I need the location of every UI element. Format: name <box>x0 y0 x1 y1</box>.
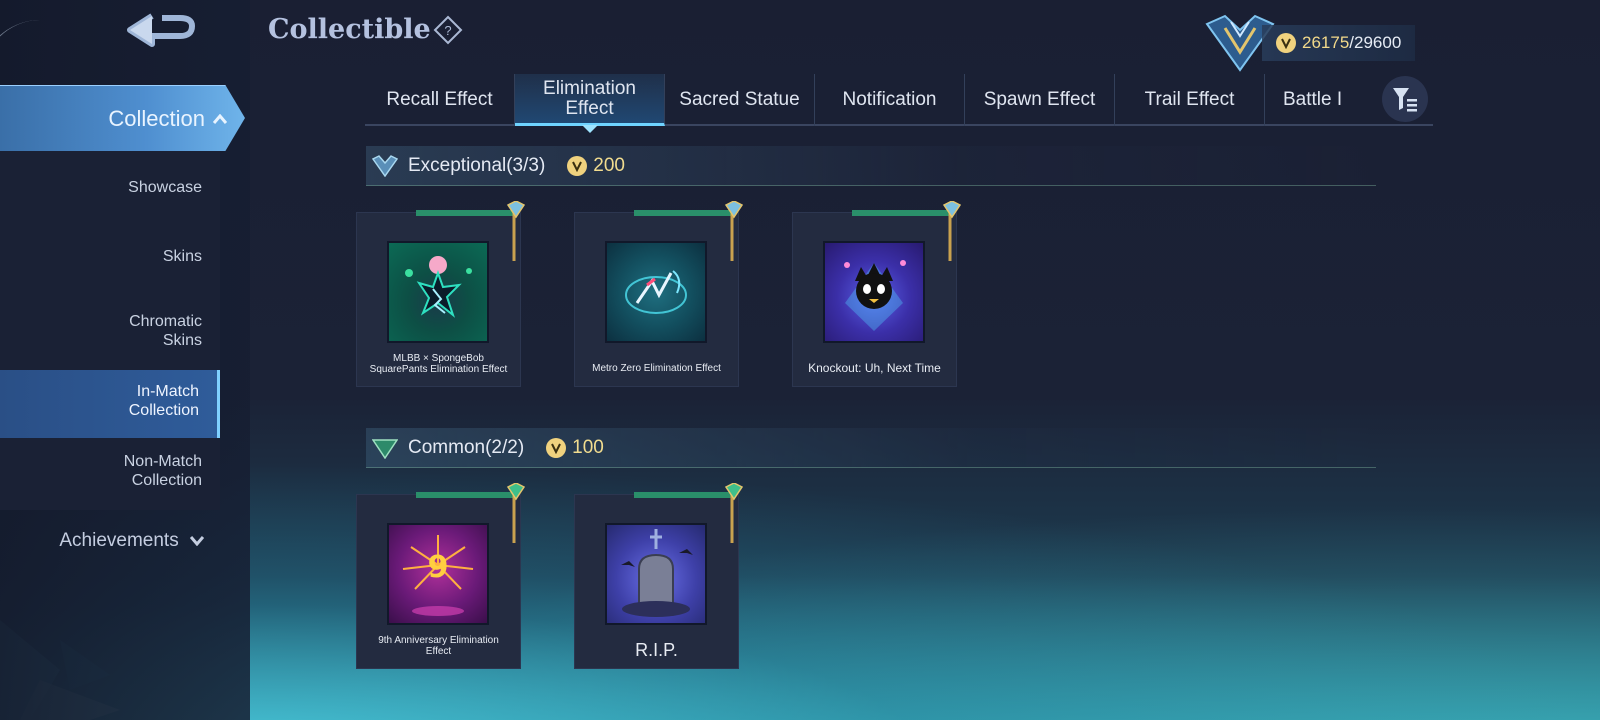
tab-battle[interactable]: Battle I <box>1265 74 1360 126</box>
sidebar-item-label: Chromatic <box>129 313 202 330</box>
item-name-line: Knockout: Uh, Next Time <box>808 361 941 375</box>
sidebar-item-showcase[interactable]: Showcase <box>0 178 220 197</box>
filter-icon <box>1393 88 1417 112</box>
tab-sacred-statue[interactable]: Sacred Statue <box>665 74 815 126</box>
help-button[interactable]: ? <box>433 15 463 45</box>
section-header-exceptional: Exceptional(3/3) 200 <box>366 146 1376 186</box>
coin-icon <box>1276 33 1296 53</box>
collectible-card-knockout[interactable]: Knockout: Uh, Next Time <box>792 201 962 387</box>
page-title: Collectible <box>268 14 431 45</box>
sidebar-item-label: Skins <box>162 332 202 349</box>
item-name: 9th Anniversary Elimination Effect <box>357 635 520 657</box>
tier-diamond-icon <box>372 154 398 177</box>
section-title: Common(2/2) <box>408 436 525 458</box>
item-name-line: MLBB × SpongeBob <box>393 353 484 364</box>
collection-points: 26175/29600 <box>1262 25 1415 61</box>
chevron-up-icon <box>213 113 227 124</box>
sidebar-item-label: Showcase <box>128 179 202 196</box>
tab-label: Sacred Statue <box>679 89 800 110</box>
item-thumbnail <box>605 523 707 625</box>
item-name-line: R.I.P. <box>635 640 678 660</box>
tab-label: Effect <box>565 97 614 119</box>
svg-text:9: 9 <box>428 550 449 585</box>
question-diamond-icon: ? <box>433 15 463 45</box>
sidebar-item-label: Collection <box>128 402 199 419</box>
tab-notification[interactable]: Notification <box>815 74 965 126</box>
sidebar-item-chromatic-skins[interactable]: Chromatic Skins <box>0 312 220 350</box>
sidebar-item-label: Collection <box>131 472 202 489</box>
item-name: Knockout: Uh, Next Time <box>793 361 956 375</box>
collectible-card-spongebob[interactable]: MLBB × SpongeBob SquarePants Elimination… <box>356 201 526 387</box>
item-name-line: Metro Zero Elimination Effect <box>592 363 721 374</box>
item-thumbnail: 9 <box>387 523 489 625</box>
chevron-down-icon <box>189 536 205 547</box>
filter-button[interactable] <box>1382 76 1428 122</box>
coin-icon <box>546 437 567 458</box>
tab-label: Elimination <box>543 77 636 99</box>
category-tabs: Recall Effect Elimination Effect Sacred … <box>365 74 1433 133</box>
svg-text:?: ? <box>444 23 451 38</box>
tab-elimination-effect[interactable]: Elimination Effect <box>515 74 665 133</box>
points-max: 29600 <box>1354 33 1402 52</box>
collectible-card-rip[interactable]: R.I.P. <box>574 483 744 669</box>
item-name-line: 9th Anniversary Elimination <box>378 635 499 646</box>
item-thumbnail <box>387 241 489 343</box>
section-cost-value: 100 <box>572 436 604 458</box>
section-header-common: Common(2/2) 100 <box>366 428 1376 468</box>
item-thumbnail <box>605 241 707 343</box>
tab-spawn-effect[interactable]: Spawn Effect <box>965 74 1115 126</box>
sidebar-item-skins[interactable]: Skins <box>0 247 220 266</box>
sidebar: Collection Showcase Skins Chromatic Skin… <box>0 0 250 720</box>
active-tab-caret-icon <box>581 125 598 133</box>
section-title: Exceptional(3/3) <box>408 154 546 176</box>
coin-icon <box>567 155 588 176</box>
sidebar-item-collection[interactable]: Collection <box>0 85 245 151</box>
section-cost-value: 200 <box>593 154 625 176</box>
tab-trail-effect[interactable]: Trail Effect <box>1115 74 1265 126</box>
tab-label: Battle I <box>1283 89 1343 110</box>
section-cost: 100 <box>546 437 604 459</box>
sidebar-item-label: Non-Match <box>123 453 202 470</box>
sidebar-achievements-label: Achievements <box>59 530 179 551</box>
tab-label: Recall Effect <box>386 89 493 110</box>
sidebar-item-in-match-collection[interactable]: In-Match Collection <box>0 370 220 438</box>
tab-label: Spawn Effect <box>983 89 1096 110</box>
points-current: 26175 <box>1302 33 1350 52</box>
item-thumbnail <box>823 241 925 343</box>
item-name: Metro Zero Elimination Effect <box>575 363 738 374</box>
item-name-line: Effect <box>425 646 452 657</box>
sidebar-collection-label: Collection <box>108 105 205 131</box>
tab-recall-effect[interactable]: Recall Effect <box>365 74 515 126</box>
item-name: MLBB × SpongeBob SquarePants Elimination… <box>357 353 520 375</box>
sidebar-item-non-match-collection[interactable]: Non-Match Collection <box>0 452 220 490</box>
collectible-card-metro-zero[interactable]: Metro Zero Elimination Effect <box>574 201 744 387</box>
item-name-line: SquarePants Elimination Effect <box>369 364 508 375</box>
tab-label: Notification <box>842 89 937 110</box>
back-arrow-icon <box>127 13 195 47</box>
tab-label: Trail Effect <box>1144 89 1235 110</box>
sidebar-item-label: Skins <box>162 248 202 265</box>
sidebar-item-label: In-Match <box>136 383 199 400</box>
collectible-card-9th-anniversary[interactable]: 9 9th Anniversary Elimination Effect <box>356 483 526 669</box>
back-button[interactable] <box>120 10 200 54</box>
sidebar-item-achievements[interactable]: Achievements <box>0 530 230 552</box>
tier-triangle-icon <box>372 438 398 459</box>
item-name: R.I.P. <box>575 640 738 660</box>
section-cost: 200 <box>567 155 625 177</box>
